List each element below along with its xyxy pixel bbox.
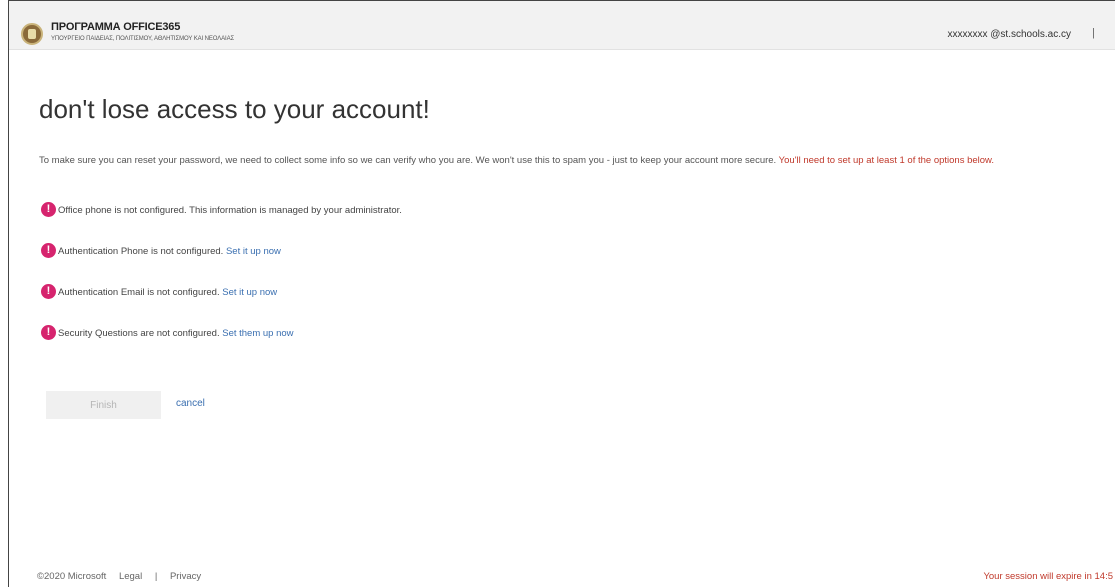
setup-security-questions-link[interactable]: Set them up now: [222, 328, 293, 339]
finish-button[interactable]: Finish: [46, 391, 161, 419]
header-divider: |: [1092, 27, 1095, 39]
legal-link[interactable]: Legal: [119, 571, 142, 582]
logo-emblem: [28, 29, 36, 39]
copyright-text: ©2020 Microsoft: [37, 571, 107, 582]
option-text: Authentication Email is not configured. …: [58, 287, 277, 298]
user-account[interactable]: xxxxxxxx @st.schools.ac.cy: [947, 29, 1071, 40]
option-text: Office phone is not configured. This inf…: [58, 205, 402, 216]
option-office-phone: ! Office phone is not configured. This i…: [41, 202, 841, 220]
cancel-link[interactable]: cancel: [176, 398, 205, 409]
option-security-questions: ! Security Questions are not configured.…: [41, 325, 841, 343]
footer-separator: |: [154, 571, 158, 582]
page-title: don't lose access to your account!: [39, 94, 430, 124]
brand-subtitle: ΥΠΟΥΡΓΕΙΟ ΠΑΙΔΕΙΑΣ, ΠΟΛΙΤΙΣΜΟΥ, ΑΘΛΗΤΙΣΜ…: [51, 36, 235, 42]
exclamation-circle-icon: !: [41, 243, 56, 258]
option-message: Office phone is not configured. This inf…: [58, 205, 402, 216]
ministry-logo: [21, 23, 43, 45]
exclamation-circle-icon: !: [41, 284, 56, 299]
session-expiry-notice: Your session will expire in 14:5: [983, 571, 1113, 582]
option-message: Security Questions are not configured.: [58, 328, 220, 339]
option-message: Authentication Email is not configured.: [58, 287, 220, 298]
option-auth-phone: ! Authentication Phone is not configured…: [41, 243, 841, 261]
intro-text: To make sure you can reset your password…: [39, 154, 1109, 168]
exclamation-circle-icon: !: [41, 325, 56, 340]
page-frame: ΠΡΟΓΡΑΜΜΑ OFFICE365 ΥΠΟΥΡΓΕΙΟ ΠΑΙΔΕΙΑΣ, …: [8, 0, 1115, 587]
privacy-link[interactable]: Privacy: [170, 571, 201, 582]
exclamation-circle-icon: !: [41, 202, 56, 217]
setup-auth-email-link[interactable]: Set it up now: [222, 287, 277, 298]
footer-links: ©2020 Microsoft Legal | Privacy: [37, 571, 211, 582]
brand-title: ΠΡΟΓΡΑΜΜΑ OFFICE365: [51, 21, 181, 33]
setup-auth-phone-link[interactable]: Set it up now: [226, 246, 281, 257]
option-text: Authentication Phone is not configured. …: [58, 246, 281, 257]
option-auth-email: ! Authentication Email is not configured…: [41, 284, 841, 302]
header-bar: ΠΡΟΓΡΑΜΜΑ OFFICE365 ΥΠΟΥΡΓΕΙΟ ΠΑΙΔΕΙΑΣ, …: [9, 1, 1115, 50]
option-text: Security Questions are not configured. S…: [58, 328, 294, 339]
intro-description: To make sure you can reset your password…: [39, 155, 777, 166]
option-message: Authentication Phone is not configured.: [58, 246, 224, 257]
intro-requirement: You'll need to set up at least 1 of the …: [778, 155, 995, 166]
